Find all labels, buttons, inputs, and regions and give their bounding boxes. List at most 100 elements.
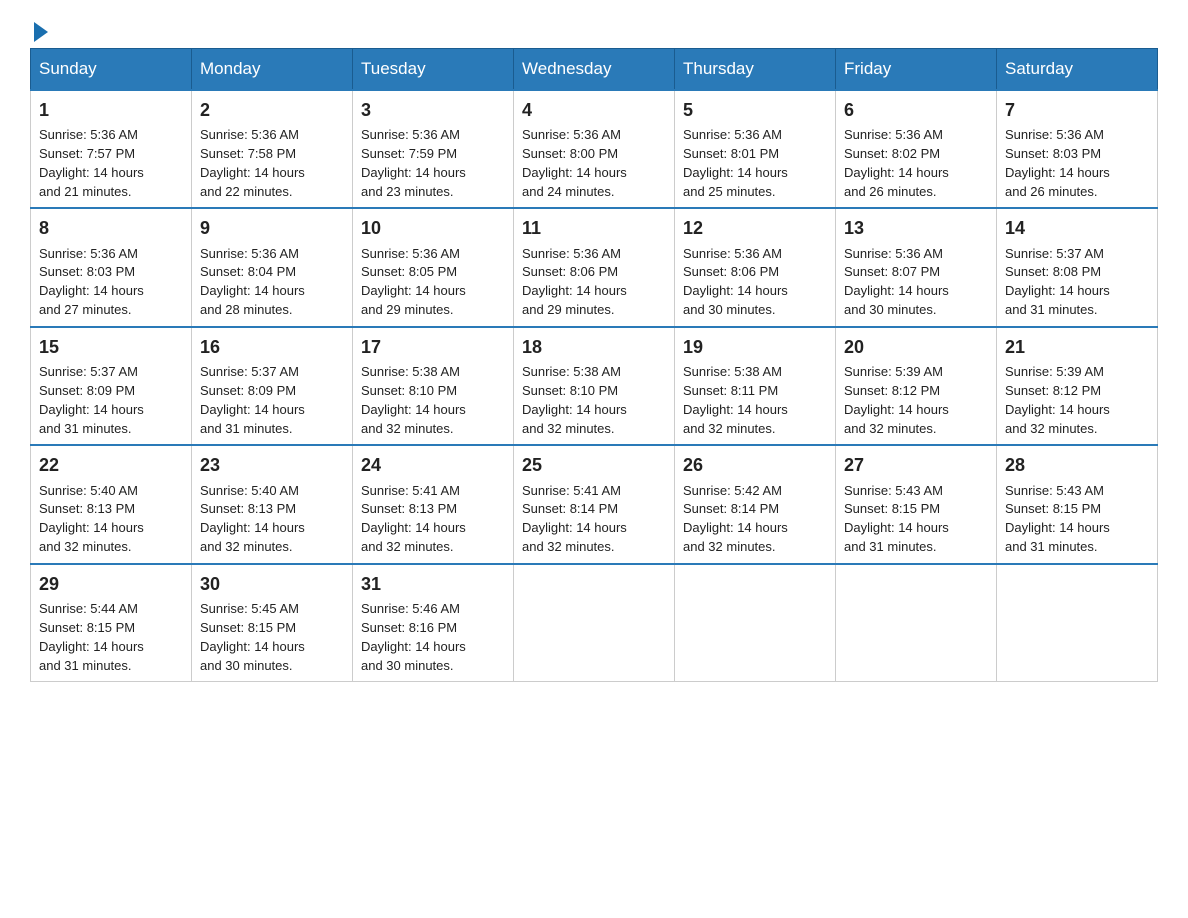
logo bbox=[30, 20, 48, 38]
day-info: Sunrise: 5:36 AMSunset: 7:59 PMDaylight:… bbox=[361, 126, 505, 201]
day-info: Sunrise: 5:41 AMSunset: 8:14 PMDaylight:… bbox=[522, 482, 666, 557]
table-row: 31 Sunrise: 5:46 AMSunset: 8:16 PMDayligh… bbox=[353, 564, 514, 682]
day-number: 2 bbox=[200, 97, 344, 123]
header-saturday: Saturday bbox=[997, 49, 1158, 91]
day-info: Sunrise: 5:36 AMSunset: 8:04 PMDaylight:… bbox=[200, 245, 344, 320]
table-row bbox=[514, 564, 675, 682]
table-row: 30Sunrise: 5:45 AMSunset: 8:15 PMDayligh… bbox=[192, 564, 353, 682]
table-row: 16 Sunrise: 5:37 AMSunset: 8:09 PMDayligh… bbox=[192, 327, 353, 445]
day-info: Sunrise: 5:43 AMSunset: 8:15 PMDaylight:… bbox=[1005, 482, 1149, 557]
day-info: Sunrise: 5:43 AMSunset: 8:15 PMDaylight:… bbox=[844, 482, 988, 557]
day-number: 23 bbox=[200, 452, 344, 478]
day-info: Sunrise: 5:41 AMSunset: 8:13 PMDaylight:… bbox=[361, 482, 505, 557]
table-row: 5 Sunrise: 5:36 AMSunset: 8:01 PMDaylight… bbox=[675, 90, 836, 208]
table-row: 17 Sunrise: 5:38 AMSunset: 8:10 PMDayligh… bbox=[353, 327, 514, 445]
day-number: 16 bbox=[200, 334, 344, 360]
day-number: 26 bbox=[683, 452, 827, 478]
day-info: Sunrise: 5:36 AMSunset: 8:03 PMDaylight:… bbox=[39, 245, 183, 320]
calendar-week-row: 15 Sunrise: 5:37 AMSunset: 8:09 PMDayligh… bbox=[31, 327, 1158, 445]
table-row: 23 Sunrise: 5:40 AMSunset: 8:13 PMDayligh… bbox=[192, 445, 353, 563]
table-row: 24Sunrise: 5:41 AMSunset: 8:13 PMDayligh… bbox=[353, 445, 514, 563]
day-info: Sunrise: 5:36 AMSunset: 8:00 PMDaylight:… bbox=[522, 126, 666, 201]
calendar-week-row: 29Sunrise: 5:44 AMSunset: 8:15 PMDayligh… bbox=[31, 564, 1158, 682]
table-row: 3 Sunrise: 5:36 AMSunset: 7:59 PMDaylight… bbox=[353, 90, 514, 208]
table-row: 21 Sunrise: 5:39 AMSunset: 8:12 PMDayligh… bbox=[997, 327, 1158, 445]
day-number: 7 bbox=[1005, 97, 1149, 123]
day-info: Sunrise: 5:39 AMSunset: 8:12 PMDaylight:… bbox=[1005, 363, 1149, 438]
day-info: Sunrise: 5:40 AMSunset: 8:13 PMDaylight:… bbox=[200, 482, 344, 557]
day-number: 8 bbox=[39, 215, 183, 241]
table-row: 8 Sunrise: 5:36 AMSunset: 8:03 PMDaylight… bbox=[31, 208, 192, 326]
day-number: 4 bbox=[522, 97, 666, 123]
table-row: 4 Sunrise: 5:36 AMSunset: 8:00 PMDaylight… bbox=[514, 90, 675, 208]
day-info: Sunrise: 5:36 AMSunset: 8:06 PMDaylight:… bbox=[683, 245, 827, 320]
day-number: 28 bbox=[1005, 452, 1149, 478]
day-number: 1 bbox=[39, 97, 183, 123]
day-info: Sunrise: 5:44 AMSunset: 8:15 PMDaylight:… bbox=[39, 600, 183, 675]
day-info: Sunrise: 5:37 AMSunset: 8:09 PMDaylight:… bbox=[39, 363, 183, 438]
page-header bbox=[30, 20, 1158, 38]
table-row: 12 Sunrise: 5:36 AMSunset: 8:06 PMDayligh… bbox=[675, 208, 836, 326]
day-info: Sunrise: 5:36 AMSunset: 8:07 PMDaylight:… bbox=[844, 245, 988, 320]
table-row bbox=[675, 564, 836, 682]
day-number: 17 bbox=[361, 334, 505, 360]
table-row: 20Sunrise: 5:39 AMSunset: 8:12 PMDayligh… bbox=[836, 327, 997, 445]
header-wednesday: Wednesday bbox=[514, 49, 675, 91]
day-number: 22 bbox=[39, 452, 183, 478]
header-tuesday: Tuesday bbox=[353, 49, 514, 91]
table-row: 28 Sunrise: 5:43 AMSunset: 8:15 PMDayligh… bbox=[997, 445, 1158, 563]
table-row: 10Sunrise: 5:36 AMSunset: 8:05 PMDayligh… bbox=[353, 208, 514, 326]
day-info: Sunrise: 5:46 AMSunset: 8:16 PMDaylight:… bbox=[361, 600, 505, 675]
table-row: 29Sunrise: 5:44 AMSunset: 8:15 PMDayligh… bbox=[31, 564, 192, 682]
day-number: 10 bbox=[361, 215, 505, 241]
day-info: Sunrise: 5:37 AMSunset: 8:08 PMDaylight:… bbox=[1005, 245, 1149, 320]
day-number: 27 bbox=[844, 452, 988, 478]
day-number: 18 bbox=[522, 334, 666, 360]
day-info: Sunrise: 5:36 AMSunset: 8:06 PMDaylight:… bbox=[522, 245, 666, 320]
day-number: 15 bbox=[39, 334, 183, 360]
table-row: 27 Sunrise: 5:43 AMSunset: 8:15 PMDayligh… bbox=[836, 445, 997, 563]
logo-arrow-icon bbox=[34, 22, 48, 42]
table-row: 18 Sunrise: 5:38 AMSunset: 8:10 PMDayligh… bbox=[514, 327, 675, 445]
table-row: 6Sunrise: 5:36 AMSunset: 8:02 PMDaylight… bbox=[836, 90, 997, 208]
day-number: 19 bbox=[683, 334, 827, 360]
table-row: 19 Sunrise: 5:38 AMSunset: 8:11 PMDayligh… bbox=[675, 327, 836, 445]
logo-general bbox=[30, 20, 48, 42]
day-info: Sunrise: 5:36 AMSunset: 8:01 PMDaylight:… bbox=[683, 126, 827, 201]
table-row: 15 Sunrise: 5:37 AMSunset: 8:09 PMDayligh… bbox=[31, 327, 192, 445]
day-number: 21 bbox=[1005, 334, 1149, 360]
day-info: Sunrise: 5:45 AMSunset: 8:15 PMDaylight:… bbox=[200, 600, 344, 675]
table-row: 14 Sunrise: 5:37 AMSunset: 8:08 PMDayligh… bbox=[997, 208, 1158, 326]
day-number: 31 bbox=[361, 571, 505, 597]
table-row: 2Sunrise: 5:36 AMSunset: 7:58 PMDaylight… bbox=[192, 90, 353, 208]
day-number: 3 bbox=[361, 97, 505, 123]
table-row: 11 Sunrise: 5:36 AMSunset: 8:06 PMDayligh… bbox=[514, 208, 675, 326]
day-info: Sunrise: 5:40 AMSunset: 8:13 PMDaylight:… bbox=[39, 482, 183, 557]
table-row: 25 Sunrise: 5:41 AMSunset: 8:14 PMDayligh… bbox=[514, 445, 675, 563]
day-number: 5 bbox=[683, 97, 827, 123]
table-row bbox=[997, 564, 1158, 682]
day-number: 14 bbox=[1005, 215, 1149, 241]
calendar-header-row: Sunday Monday Tuesday Wednesday Thursday… bbox=[31, 49, 1158, 91]
table-row: 22 Sunrise: 5:40 AMSunset: 8:13 PMDayligh… bbox=[31, 445, 192, 563]
day-info: Sunrise: 5:36 AMSunset: 8:03 PMDaylight:… bbox=[1005, 126, 1149, 201]
day-number: 12 bbox=[683, 215, 827, 241]
calendar-week-row: 8 Sunrise: 5:36 AMSunset: 8:03 PMDaylight… bbox=[31, 208, 1158, 326]
day-number: 11 bbox=[522, 215, 666, 241]
table-row: 7 Sunrise: 5:36 AMSunset: 8:03 PMDaylight… bbox=[997, 90, 1158, 208]
day-info: Sunrise: 5:38 AMSunset: 8:10 PMDaylight:… bbox=[522, 363, 666, 438]
header-thursday: Thursday bbox=[675, 49, 836, 91]
day-info: Sunrise: 5:39 AMSunset: 8:12 PMDaylight:… bbox=[844, 363, 988, 438]
calendar-week-row: 1Sunrise: 5:36 AMSunset: 7:57 PMDaylight… bbox=[31, 90, 1158, 208]
table-row: 1Sunrise: 5:36 AMSunset: 7:57 PMDaylight… bbox=[31, 90, 192, 208]
day-info: Sunrise: 5:38 AMSunset: 8:10 PMDaylight:… bbox=[361, 363, 505, 438]
day-number: 13 bbox=[844, 215, 988, 241]
day-info: Sunrise: 5:38 AMSunset: 8:11 PMDaylight:… bbox=[683, 363, 827, 438]
day-number: 9 bbox=[200, 215, 344, 241]
header-sunday: Sunday bbox=[31, 49, 192, 91]
day-number: 25 bbox=[522, 452, 666, 478]
table-row: 13 Sunrise: 5:36 AMSunset: 8:07 PMDayligh… bbox=[836, 208, 997, 326]
header-friday: Friday bbox=[836, 49, 997, 91]
day-info: Sunrise: 5:37 AMSunset: 8:09 PMDaylight:… bbox=[200, 363, 344, 438]
day-info: Sunrise: 5:42 AMSunset: 8:14 PMDaylight:… bbox=[683, 482, 827, 557]
